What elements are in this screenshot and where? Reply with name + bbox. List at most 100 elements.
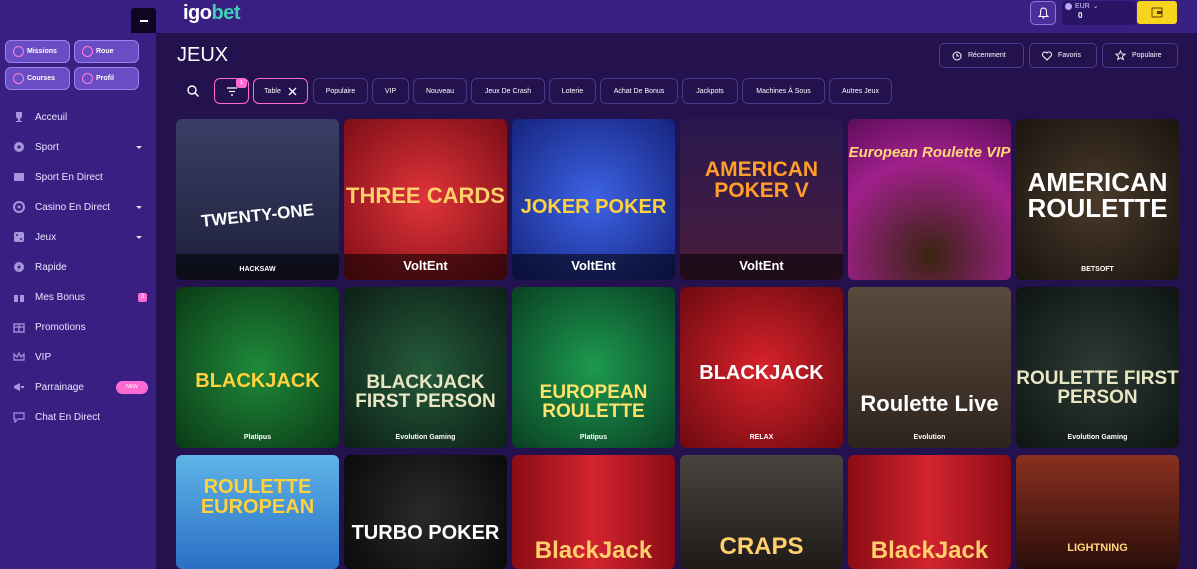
game-provider: VoltEnt bbox=[571, 258, 616, 273]
game-tile[interactable]: European Roulette VIP bbox=[848, 119, 1011, 280]
profile-icon bbox=[82, 73, 93, 84]
sort-populaire-button[interactable]: Populaire bbox=[1102, 43, 1178, 68]
filter-lines-icon bbox=[226, 86, 237, 96]
crown-icon bbox=[12, 350, 26, 364]
game-title: AMERICAN ROULETTE bbox=[1027, 167, 1168, 223]
game-provider: BETSOFT bbox=[1081, 266, 1114, 273]
search-icon[interactable] bbox=[186, 84, 200, 98]
game-tile[interactable]: LIGHTNING bbox=[1016, 455, 1179, 569]
chip-autres-jeux[interactable]: Autres Jeux bbox=[829, 78, 892, 104]
chip-machines-a-sous[interactable]: Machines À Sous bbox=[742, 78, 825, 104]
game-provider: VoltEnt bbox=[739, 258, 784, 273]
chip-loterie[interactable]: Loterie bbox=[549, 78, 596, 104]
game-title: BlackJack bbox=[870, 537, 989, 564]
currency-label: EUR bbox=[1075, 2, 1090, 10]
sidebar-item-vip[interactable]: VIP bbox=[0, 342, 156, 372]
wheel-icon bbox=[82, 46, 93, 57]
game-title: JOKER POKER bbox=[520, 196, 667, 218]
dice-icon bbox=[12, 230, 26, 244]
sidebar-item-mes-bonus[interactable]: Mes Bonus 3 bbox=[0, 282, 156, 312]
game-provider: Platipus bbox=[579, 434, 608, 441]
game-title: TWENTY-ONE bbox=[200, 200, 315, 231]
chip-jackpots[interactable]: Jackpots bbox=[682, 78, 738, 104]
sidebar-item-parrainage[interactable]: Parrainage NEW bbox=[0, 372, 156, 402]
star-icon bbox=[1115, 50, 1126, 61]
sidebar-item-rapide[interactable]: Rapide bbox=[0, 252, 156, 282]
history-icon bbox=[952, 51, 962, 60]
chip-jeux-de-crash[interactable]: Jeux De Crash bbox=[471, 78, 545, 104]
page-title: JEUX bbox=[177, 44, 229, 66]
chip-populaire[interactable]: Populaire bbox=[313, 78, 368, 104]
game-provider: Evolution Gaming bbox=[1067, 434, 1128, 441]
game-title: EUROPEAN ROULETTE bbox=[539, 382, 648, 422]
game-tile[interactable]: BlackJack bbox=[848, 455, 1011, 569]
chip-table[interactable]: Table bbox=[253, 78, 308, 104]
present-icon bbox=[12, 320, 26, 334]
new-badge: NEW bbox=[116, 380, 148, 394]
chip-nouveau[interactable]: Nouveau bbox=[413, 78, 467, 104]
notifications-button[interactable] bbox=[1030, 1, 1056, 25]
trophy-icon bbox=[12, 110, 26, 124]
live-sport-icon bbox=[12, 170, 26, 184]
game-tile[interactable]: BLACKJACK FIRST PERSON Evolution Gaming bbox=[344, 287, 507, 448]
game-tile[interactable]: BlackJack bbox=[512, 455, 675, 569]
sort-favoris-button[interactable]: Favoris bbox=[1029, 43, 1097, 68]
balance-display[interactable]: EUR ⌄ 0 bbox=[1062, 1, 1136, 25]
bonus-count-badge: 3 bbox=[138, 292, 147, 302]
game-tile[interactable]: TWENTY-ONE HACKSAW bbox=[176, 119, 339, 280]
bell-icon bbox=[1037, 7, 1049, 19]
game-title: THREE CARDS bbox=[346, 183, 505, 208]
game-tile[interactable]: ROULETTE FIRST PERSON Evolution Gaming bbox=[1016, 287, 1179, 448]
quick-courses-button[interactable]: Courses bbox=[5, 67, 70, 90]
game-tile[interactable]: BLACKJACK Platipus bbox=[176, 287, 339, 448]
game-tile[interactable]: BLACKJACK RELAX bbox=[680, 287, 843, 448]
game-title: European Roulette VIP bbox=[848, 144, 1011, 161]
game-provider: HACKSAW bbox=[239, 266, 276, 273]
game-tile[interactable]: Roulette Live Evolution bbox=[848, 287, 1011, 448]
game-tile[interactable]: TURBO POKER bbox=[344, 455, 507, 569]
filter-count-badge: 1 bbox=[236, 78, 247, 88]
sidebar-item-chat-en-direct[interactable]: Chat En Direct bbox=[0, 402, 156, 432]
game-tile[interactable]: AMERICAN ROULETTE BETSOFT bbox=[1016, 119, 1179, 280]
wallet-button[interactable] bbox=[1137, 1, 1177, 24]
heart-icon bbox=[1042, 51, 1052, 61]
sidebar-collapse-button[interactable] bbox=[131, 8, 156, 33]
game-title: TURBO POKER bbox=[351, 522, 500, 544]
game-tile[interactable]: ROULETTE EUROPEAN bbox=[176, 455, 339, 569]
sidebar-item-sport-en-direct[interactable]: Sport En Direct bbox=[0, 162, 156, 192]
game-tile[interactable]: THREE CARDS VoltEnt bbox=[344, 119, 507, 280]
sidebar-item-sport[interactable]: Sport bbox=[0, 132, 156, 162]
top-bar: igobet EUR ⌄ 0 bbox=[0, 0, 1197, 33]
game-title: Roulette Live bbox=[860, 391, 999, 416]
chevron-down-icon: ⌄ bbox=[1092, 3, 1099, 10]
game-provider: VoltEnt bbox=[403, 258, 448, 273]
megaphone-icon bbox=[12, 380, 26, 394]
gift-icon bbox=[12, 290, 26, 304]
filter-button[interactable]: 1 bbox=[214, 78, 249, 104]
quick-roue-button[interactable]: Roue bbox=[74, 40, 139, 63]
game-tile[interactable]: EUROPEAN ROULETTE Platipus bbox=[512, 287, 675, 448]
quick-missions-button[interactable]: Missions bbox=[5, 40, 70, 63]
game-provider: RELAX bbox=[749, 434, 774, 441]
game-title: BLACKJACK FIRST PERSON bbox=[355, 372, 496, 412]
game-tile[interactable]: JOKER POKER VoltEnt bbox=[512, 119, 675, 280]
chevron-down-icon bbox=[136, 205, 142, 209]
balance-amount: 0 bbox=[1078, 11, 1083, 20]
sidebar-item-promotions[interactable]: Promotions bbox=[0, 312, 156, 342]
sidebar-item-casino-en-direct[interactable]: Casino En Direct bbox=[0, 192, 156, 222]
chip-vip[interactable]: VIP bbox=[372, 78, 409, 104]
currency-coin-icon bbox=[1065, 2, 1072, 10]
bolt-icon bbox=[12, 260, 26, 274]
chip-achat-de-bonus[interactable]: Achat De Bonus bbox=[600, 78, 678, 104]
game-title: ROULETTE FIRST PERSON bbox=[1016, 368, 1179, 408]
casino-chip-icon bbox=[12, 200, 26, 214]
close-icon[interactable] bbox=[288, 87, 297, 96]
site-logo[interactable]: igobet bbox=[183, 2, 240, 25]
sort-recemment-button[interactable]: Récemment bbox=[939, 43, 1024, 68]
sidebar-item-acceuil[interactable]: Acceuil bbox=[0, 102, 156, 132]
game-tile[interactable]: AMERICAN POKER V VoltEnt bbox=[680, 119, 843, 280]
quick-profil-button[interactable]: Profil bbox=[74, 67, 139, 90]
sidebar-item-jeux[interactable]: Jeux bbox=[0, 222, 156, 252]
game-tile[interactable]: CRAPS bbox=[680, 455, 843, 569]
race-icon bbox=[13, 73, 24, 84]
